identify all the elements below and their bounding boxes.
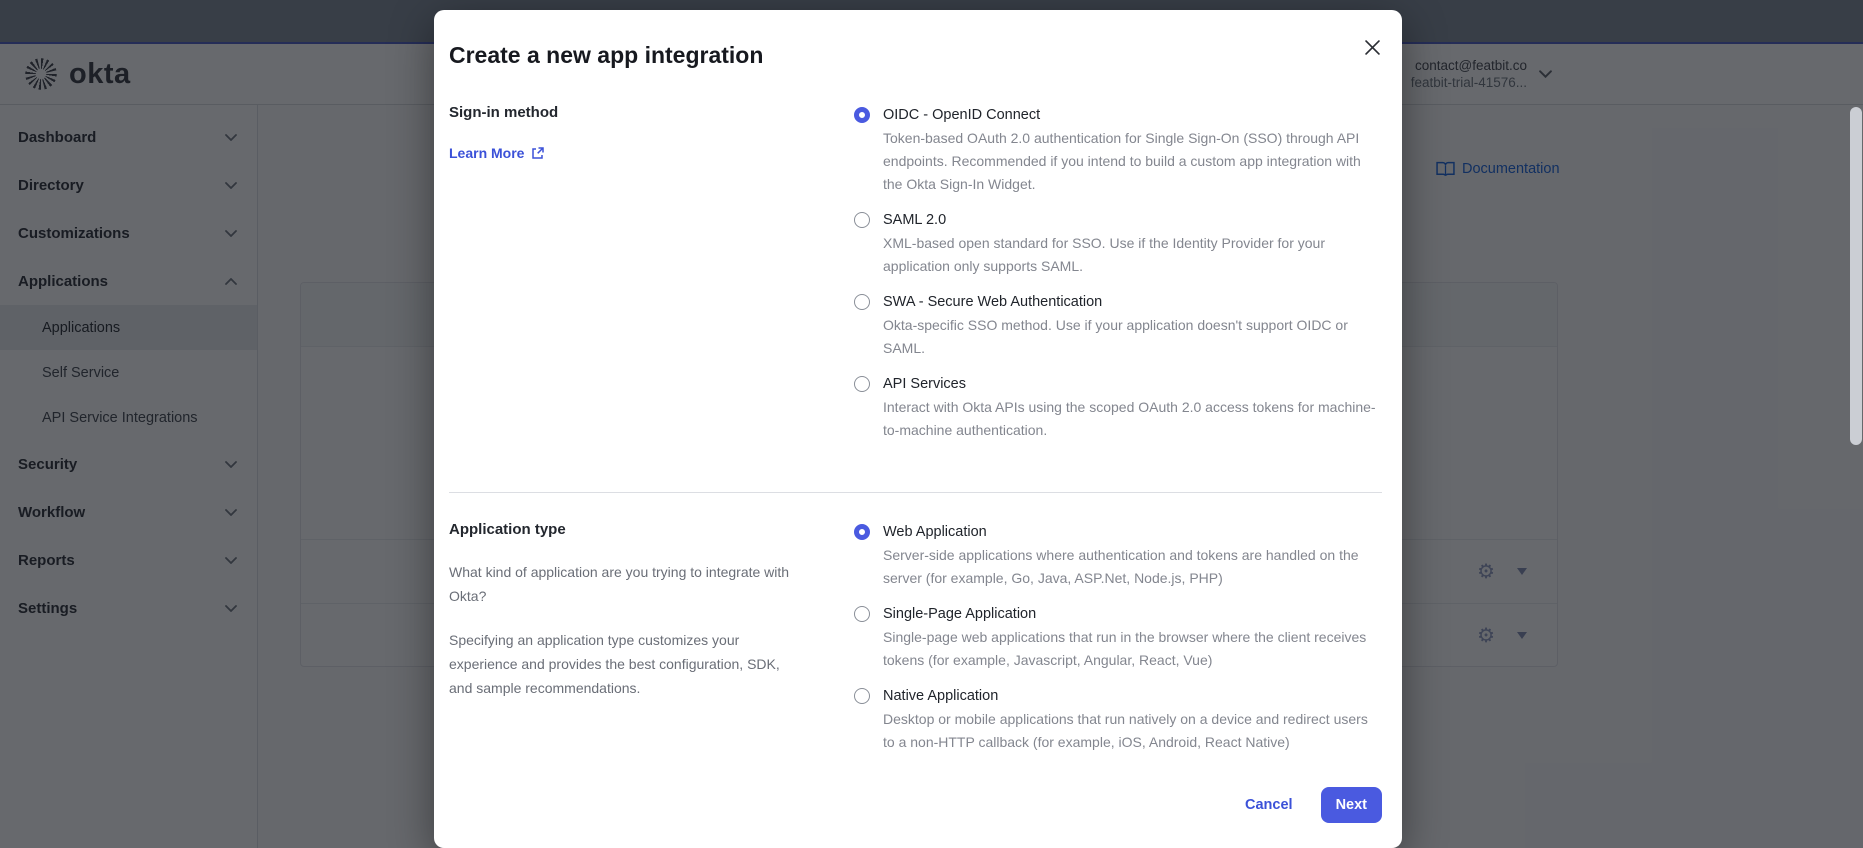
option-name: Web Application — [883, 524, 987, 540]
radio-icon[interactable] — [854, 212, 870, 228]
signin-option-saml[interactable]: SAML 2.0 XML-based open standard for SSO… — [854, 209, 1382, 278]
option-name: Single-Page Application — [883, 606, 1037, 622]
option-name: API Services — [883, 376, 966, 392]
signin-option-swa[interactable]: SWA - Secure Web Authentication Okta-spe… — [854, 291, 1382, 360]
option-name: SAML 2.0 — [883, 212, 947, 228]
radio-icon[interactable] — [854, 376, 870, 392]
application-type-label: Application type — [449, 521, 566, 538]
signin-option-oidc[interactable]: OIDC - OpenID Connect Token-based OAuth … — [854, 104, 1382, 196]
option-name: Native Application — [883, 688, 999, 704]
scrollbar-thumb[interactable] — [1850, 107, 1862, 445]
create-app-integration-modal: Create a new app integration Sign-in met… — [434, 10, 1402, 848]
application-type-section: Application type What kind of applicatio… — [449, 521, 1382, 767]
signin-option-api-services[interactable]: API Services Interact with Okta APIs usi… — [854, 373, 1382, 442]
learn-more-link[interactable]: Learn More — [449, 145, 545, 161]
option-name: OIDC - OpenID Connect — [883, 107, 1041, 123]
radio-selected-icon[interactable] — [854, 107, 870, 123]
close-icon[interactable] — [1361, 36, 1384, 59]
option-description: XML-based open standard for SSO. Use if … — [883, 235, 1325, 274]
apptype-option-web[interactable]: Web Application Server-side applications… — [854, 521, 1382, 590]
option-description: Single-page web applications that run in… — [883, 629, 1367, 668]
option-description: Token-based OAuth 2.0 authentication for… — [883, 130, 1361, 192]
option-name: SWA - Secure Web Authentication — [883, 294, 1103, 310]
next-button[interactable]: Next — [1320, 787, 1382, 823]
application-type-help: What kind of application are you trying … — [449, 564, 790, 604]
section-divider — [449, 492, 1382, 493]
option-description: Interact with Okta APIs using the scoped… — [883, 399, 1376, 438]
radio-icon[interactable] — [854, 688, 870, 704]
cancel-button[interactable]: Cancel — [1245, 797, 1293, 813]
option-description: Server-side applications where authentic… — [883, 547, 1359, 586]
modal-footer: Cancel Next — [1245, 787, 1382, 823]
radio-icon[interactable] — [854, 606, 870, 622]
radio-icon[interactable] — [854, 294, 870, 310]
apptype-option-spa[interactable]: Single-Page Application Single-page web … — [854, 603, 1382, 672]
learn-more-label: Learn More — [449, 145, 525, 161]
option-description: Okta-specific SSO method. Use if your ap… — [883, 317, 1348, 356]
apptype-option-native[interactable]: Native Application Desktop or mobile app… — [854, 685, 1382, 754]
modal-title: Create a new app integration — [449, 42, 764, 68]
application-type-help: Specifying an application type customize… — [449, 632, 780, 696]
signin-method-label: Sign-in method — [449, 104, 559, 121]
radio-selected-icon[interactable] — [854, 524, 870, 540]
signin-method-section: Sign-in method Learn More OIDC - OpenID … — [449, 104, 1382, 455]
external-link-icon — [532, 146, 545, 159]
option-description: Desktop or mobile applications that run … — [883, 711, 1368, 750]
